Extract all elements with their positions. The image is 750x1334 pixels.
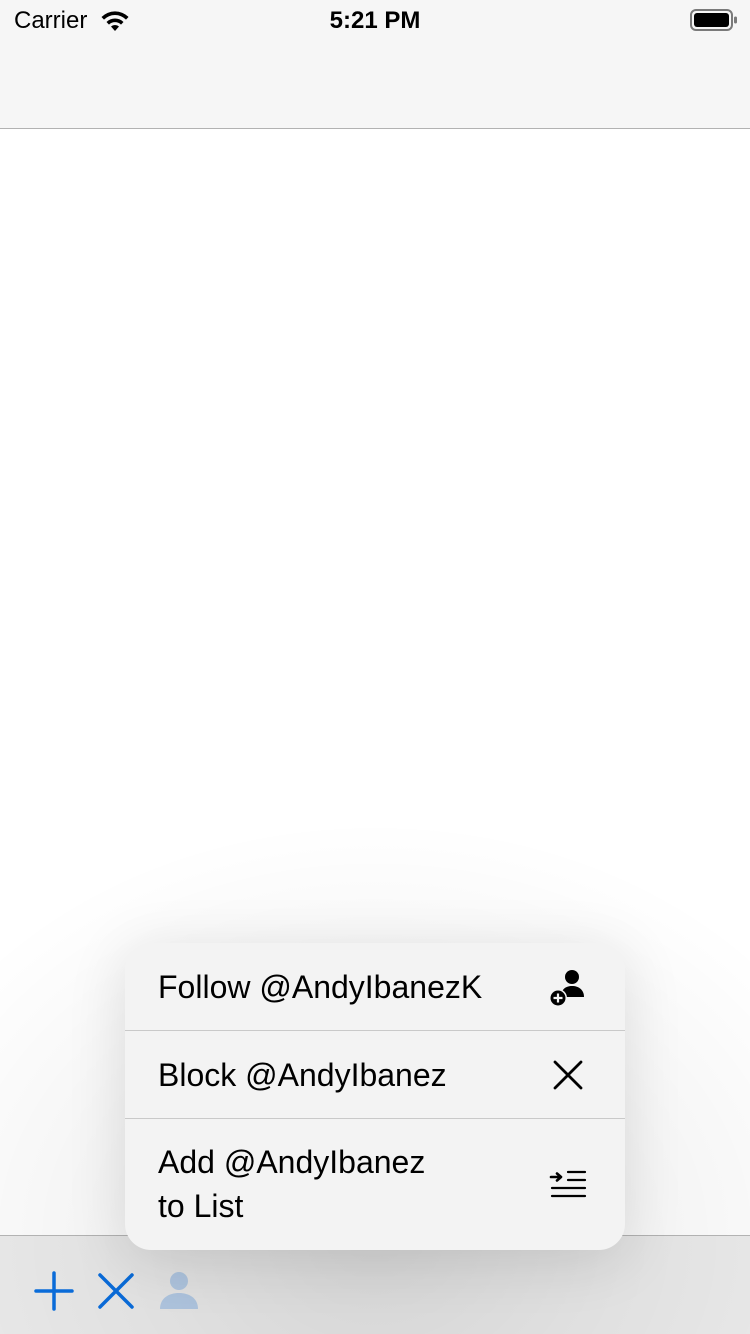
plus-icon[interactable] [32, 1269, 76, 1313]
close-icon[interactable] [94, 1269, 138, 1313]
status-bar: Carrier 5:21 PM [0, 0, 750, 40]
menu-item-label-line2: to List [158, 1188, 244, 1224]
clock: 5:21 PM [329, 7, 421, 34]
menu-item-label-line1: Add @AndyIbanez [158, 1144, 426, 1180]
context-menu: Follow @AndyIbanezK Block @AndyIbanez Ad… [125, 943, 625, 1250]
person-add-icon [549, 970, 584, 1007]
menu-item-label: Add @AndyIbanez to List [158, 1140, 498, 1228]
menu-item-label: Follow @AndyIbanezK [158, 969, 483, 1005]
menu-item-label: Block @AndyIbanez [158, 1057, 447, 1093]
navigation-bar [0, 40, 750, 129]
menu-item-follow[interactable]: Follow @AndyIbanezK [125, 943, 625, 1031]
menu-item-add-to-list[interactable]: Add @AndyIbanez to List [125, 1119, 625, 1250]
close-icon [553, 1060, 583, 1090]
battery-icon [690, 9, 737, 31]
list-add-icon [549, 1170, 587, 1198]
person-icon[interactable] [157, 1269, 201, 1313]
menu-item-block[interactable]: Block @AndyIbanez [125, 1031, 625, 1119]
